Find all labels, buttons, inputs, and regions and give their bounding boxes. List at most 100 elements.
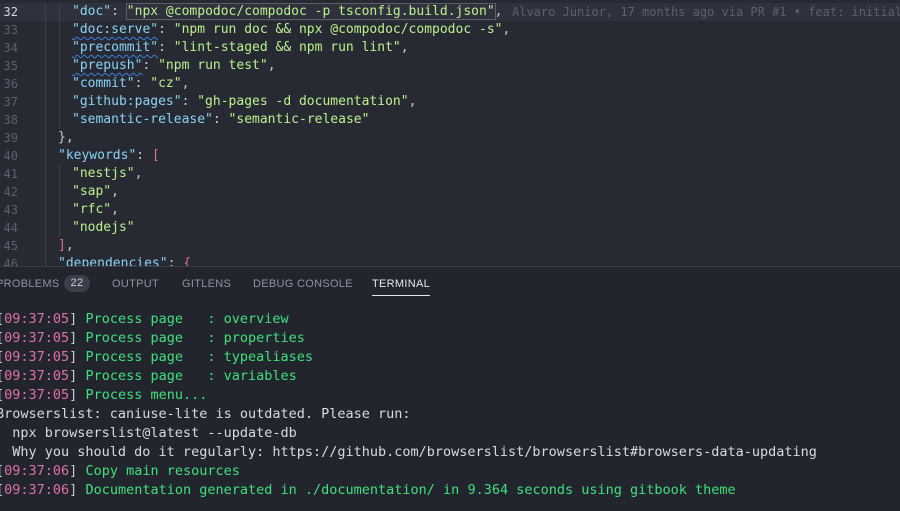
code-line[interactable]: 42 "sap", [0,183,900,201]
log-message: Copy main resources [85,463,240,479]
indent-guide [59,165,60,183]
code-line[interactable]: 35 "prepush": "npm run test", [0,57,900,75]
json-punctuation: , [65,238,74,253]
line-number: 39 [3,131,18,145]
code-line[interactable]: 43 "rfc", [0,201,900,219]
json-punctuation: , [181,76,190,91]
code-text: "nestjs", [72,165,142,183]
line-number: 41 [3,167,18,181]
tab-gitlens[interactable]: GITLENS [182,267,231,301]
tab-terminal[interactable]: TERMINAL [372,267,431,296]
json-string: "rfc" [72,202,112,217]
code-line[interactable]: 32 "doc": "npx @compodoc/compodoc -p tsco… [0,3,900,21]
indent-guide [59,201,60,219]
code-editor[interactable]: 32 "doc": "npx @compodoc/compodoc -p tsco… [0,0,900,266]
line-number: 35 [3,59,18,73]
json-key: "dependencies" [58,256,168,266]
problems-count-badge: 22 [63,275,91,292]
json-punctuation: : [142,58,159,73]
code-line[interactable]: 34 "precommit": "lint-staged && npm run l… [0,39,900,57]
json-punctuation: , [408,94,417,109]
json-punctuation: ] [58,238,66,253]
indent-guide [45,39,46,57]
timestamp: 09:37:05 [4,330,70,346]
indent-guide [45,183,46,201]
timestamp-bracket: ] [69,482,86,498]
json-string: "sap" [72,184,112,199]
json-punctuation: : [158,22,174,37]
code-line[interactable]: 36 "commit": "cz", [0,75,900,93]
log-message: Process page : typealiases [85,349,314,365]
line-number: 34 [3,41,18,55]
tab-label: GITLENS [182,278,232,290]
gitlens-blame-annotation[interactable]: Alvaro Junior, 17 months ago via PR #1 •… [512,3,900,21]
code-text: "commit": "cz", [72,75,189,93]
code-text: "doc:serve": "npm run doc && npx @compod… [72,21,510,39]
timestamp: 09:37:05 [4,368,70,384]
code-text: "sap", [72,183,119,201]
json-key: "commit" [72,76,135,91]
tab-problems[interactable]: PROBLEMS 22 [0,267,91,301]
terminal-line: [09:37:05] Process page : properties [0,329,305,348]
code-line[interactable]: 37 "github:pages": "gh-pages -d documenta… [0,93,900,111]
code-line[interactable]: 33 "doc:serve": "npm run doc && npx @comp… [0,21,900,39]
line-number: 44 [3,221,18,235]
timestamp-bracket: ] [69,330,86,346]
code-text: "prepush": "npm run test", [72,57,276,75]
json-key: "github:pages" [72,94,182,109]
json-key: "prepush" [72,58,143,73]
json-punctuation: : [134,76,151,91]
code-line[interactable]: 39}, [0,129,900,147]
line-number: 33 [3,23,18,37]
code-text: "doc": "npx @compodoc/compodoc -p tsconf… [72,3,502,21]
json-key: "semantic-release" [72,112,213,127]
code-text: "keywords": [ [58,147,160,165]
json-punctuation: : [136,148,152,163]
terminal-line: [09:37:06] Documentation generated in ./… [0,481,736,500]
indent-guide [45,255,46,266]
json-string: "npx @compodoc/compodoc -p tsconfig.buil… [125,3,496,20]
indent-guide [45,129,46,147]
timestamp: 09:37:05 [4,349,70,365]
tab-label: PROBLEMS [0,278,60,290]
indent-guide [59,93,60,111]
indent-guide [59,183,60,201]
json-punctuation: , [111,184,119,199]
json-punctuation: , [494,4,503,19]
json-string: "gh-pages -d documentation" [197,94,409,109]
indent-guide [45,201,46,219]
terminal-line: Browserslist: caniuse-lite is outdated. … [0,405,411,424]
indent-guide [45,57,46,75]
code-line[interactable]: 45], [0,237,900,255]
code-line[interactable]: 41 "nestjs", [0,165,900,183]
line-number: 37 [3,95,18,109]
indent-guide [45,237,46,255]
json-key: "doc" [72,4,112,19]
json-string: "lint-staged && npm run lint" [173,40,401,55]
code-line[interactable]: 38 "semantic-release": "semantic-release" [0,111,900,129]
tab-label: TERMINAL [372,278,431,290]
json-string: "npm run test" [158,58,268,73]
terminal-output[interactable]: [09:37:05] Process page : overview[09:37… [0,310,900,510]
json-string: "npm run doc && npx @compodoc/compodoc -… [173,22,503,37]
code-text: "rfc", [72,201,119,219]
json-punctuation: [ [151,148,160,163]
terminal-line: [09:37:05] Process menu... [0,386,207,405]
code-text: "semantic-release": "semantic-release" [72,111,369,129]
indent-guide [59,21,60,39]
indent-guide [59,75,60,93]
tab-debug-console[interactable]: DEBUG CONSOLE [253,267,353,301]
terminal-line: [09:37:05] Process page : overview [0,310,289,329]
tab-output[interactable]: OUTPUT [112,267,159,301]
log-message: Process page : variables [85,368,297,384]
code-line[interactable]: 44 "nodejs" [0,219,900,237]
code-text: "precommit": "lint-staged && npm run lin… [72,39,409,57]
line-number: 45 [3,239,18,253]
code-line[interactable]: 40 "keywords": [ [0,147,900,165]
line-number: 40 [3,149,18,163]
line-number: 46 [3,257,18,266]
json-punctuation: : [111,4,127,19]
json-string: "nestjs" [72,166,135,181]
log-message: Process page : overview [85,311,289,327]
code-line[interactable]: 46 "dependencies": { [0,255,900,266]
